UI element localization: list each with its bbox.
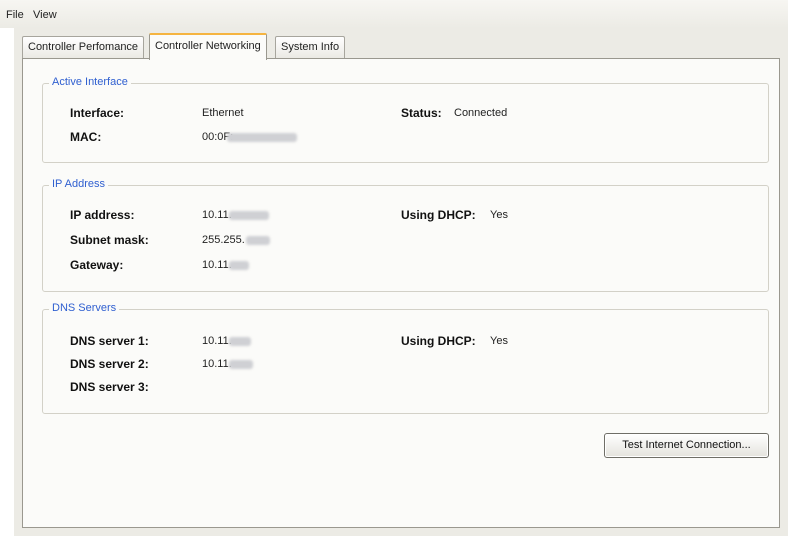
- tab-controller-networking[interactable]: Controller Networking: [149, 33, 267, 60]
- subnet-mask-value: 255.255.: [202, 234, 245, 246]
- tab-controller-performance[interactable]: Controller Perfomance: [22, 36, 145, 58]
- gateway-label: Gateway:: [70, 258, 124, 272]
- networking-panel: Active Interface Interface: Ethernet Sta…: [22, 58, 780, 528]
- subnet-mask-redacted: [246, 236, 270, 245]
- dns-dhcp-value: Yes: [490, 335, 508, 347]
- subnet-mask-label: Subnet mask:: [70, 233, 149, 247]
- dns-servers-group: DNS Servers DNS server 1: 10.11. Using D…: [42, 302, 769, 414]
- gateway-value: 10.11.: [202, 259, 232, 271]
- dns-server-2-value: 10.11.: [202, 358, 232, 370]
- gateway-redacted: [229, 261, 249, 270]
- ip-dhcp-value: Yes: [490, 209, 508, 221]
- ip-address-value: 10.11.: [202, 209, 232, 221]
- dns-server-1-redacted: [229, 337, 251, 346]
- active-interface-legend: Active Interface: [49, 76, 131, 88]
- mac-label: MAC:: [70, 130, 102, 144]
- mac-redacted: [227, 133, 297, 142]
- menu-file[interactable]: File: [6, 9, 24, 21]
- test-internet-connection-button[interactable]: Test Internet Connection...: [604, 433, 769, 458]
- active-interface-group: Active Interface Interface: Ethernet Sta…: [42, 76, 769, 163]
- menu-view[interactable]: View: [33, 9, 57, 21]
- ip-address-legend: IP Address: [49, 178, 108, 190]
- status-label: Status:: [401, 106, 442, 120]
- dns-server-3-label: DNS server 3:: [70, 380, 149, 394]
- dns-dhcp-label: Using DHCP:: [401, 334, 476, 348]
- ip-address-label: IP address:: [70, 208, 135, 222]
- dns-server-1-label: DNS server 1:: [70, 334, 149, 348]
- dns-server-2-redacted: [229, 360, 253, 369]
- ip-dhcp-label: Using DHCP:: [401, 208, 476, 222]
- menu-bar: File View: [0, 0, 788, 28]
- interface-label: Interface:: [70, 106, 125, 120]
- dns-server-2-label: DNS server 2:: [70, 357, 149, 371]
- ip-address-redacted: [229, 211, 269, 220]
- tab-system-info[interactable]: System Info: [275, 36, 346, 58]
- status-value: Connected: [454, 107, 508, 119]
- interface-value: Ethernet: [202, 107, 244, 119]
- dns-server-1-value: 10.11.: [202, 335, 232, 347]
- dns-servers-legend: DNS Servers: [49, 302, 120, 314]
- ip-address-group: IP Address IP address: 10.11. Using DHCP…: [42, 178, 769, 292]
